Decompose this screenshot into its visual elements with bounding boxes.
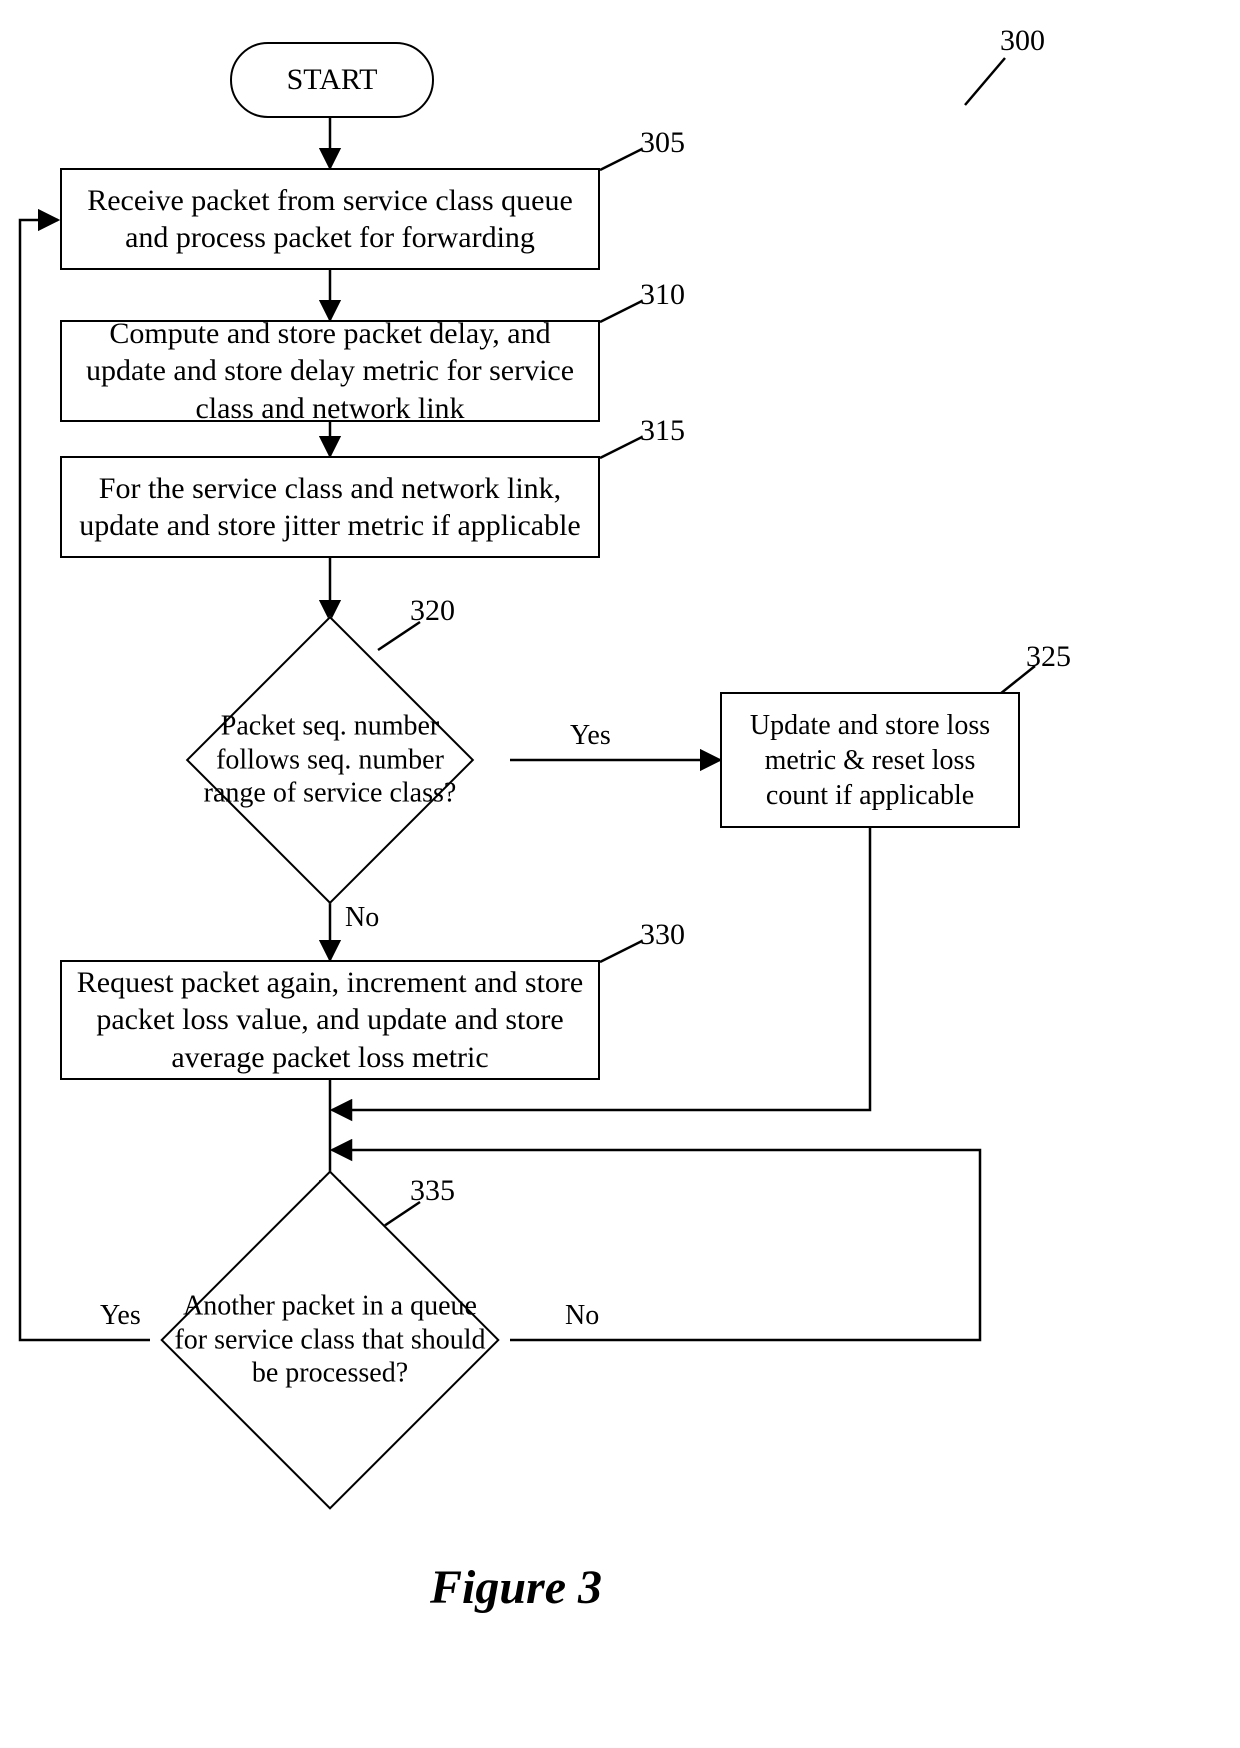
edge-label-no-335: No xyxy=(565,1300,599,1332)
figure-caption: Figure 3 xyxy=(430,1560,602,1615)
process-330: Request packet again, increment and stor… xyxy=(60,960,600,1080)
decision-335-text: Another packet in a queue for service cl… xyxy=(174,1290,486,1391)
ref-310: 310 xyxy=(640,278,685,312)
decision-335: Another packet in a queue for service cl… xyxy=(210,1220,450,1460)
edge-label-yes-335: Yes xyxy=(100,1300,141,1332)
process-310: Compute and store packet delay, and upda… xyxy=(60,320,600,422)
flowchart-canvas: 300 START Receive packet from service cl… xyxy=(0,0,1240,1748)
ref-335: 335 xyxy=(410,1174,455,1208)
ref-320: 320 xyxy=(410,594,455,628)
edge-label-no-320: No xyxy=(345,902,379,934)
figure-ref-300: 300 xyxy=(1000,24,1045,58)
ref-330: 330 xyxy=(640,918,685,952)
start-terminator: START xyxy=(230,42,434,118)
edge-label-yes-320: Yes xyxy=(570,720,611,752)
ref-325: 325 xyxy=(1026,640,1071,674)
ref-305: 305 xyxy=(640,126,685,160)
decision-320: Packet seq. number follows seq. number r… xyxy=(228,658,432,862)
process-305: Receive packet from service class queue … xyxy=(60,168,600,270)
process-325: Update and store loss metric & reset los… xyxy=(720,692,1020,828)
decision-320-text: Packet seq. number follows seq. number r… xyxy=(187,710,473,811)
process-315: For the service class and network link, … xyxy=(60,456,600,558)
ref-315: 315 xyxy=(640,414,685,448)
